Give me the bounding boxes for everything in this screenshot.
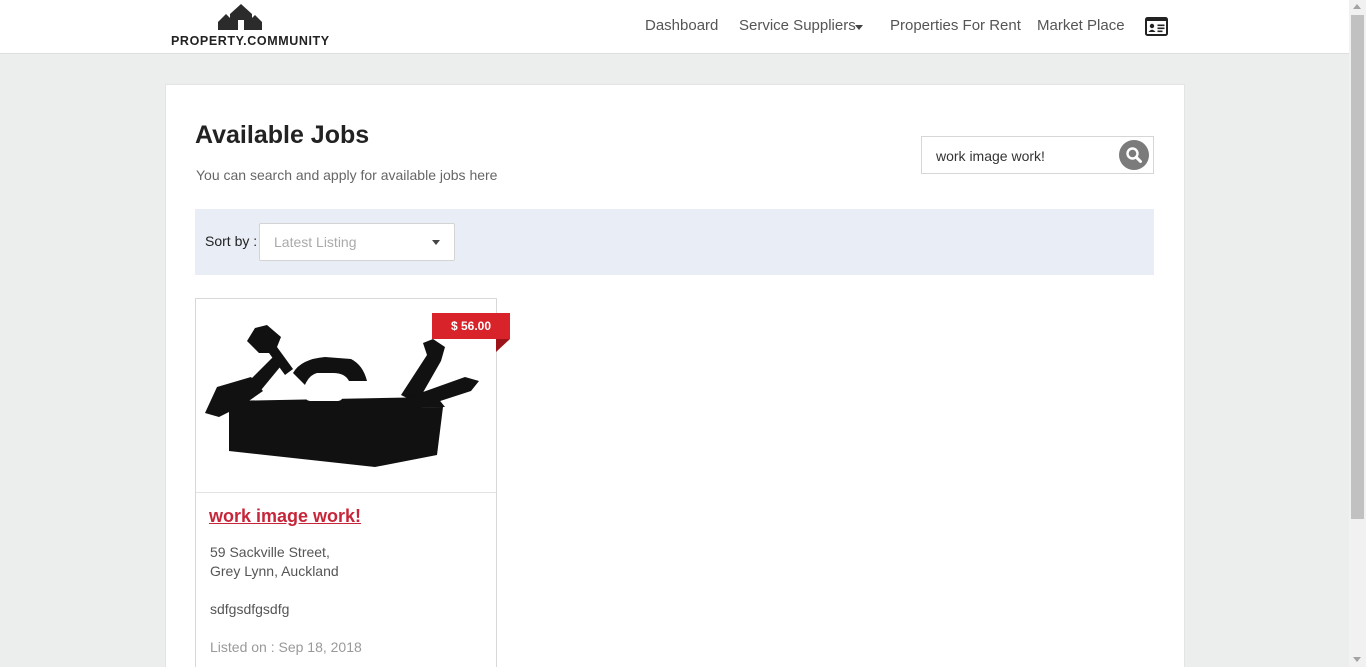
page-scrollbar[interactable]: [1349, 0, 1366, 667]
search-button[interactable]: [1119, 140, 1149, 170]
search-box: [921, 136, 1154, 174]
job-listed-date: Listed on : Sep 18, 2018: [210, 639, 362, 655]
chevron-down-icon: [432, 240, 440, 245]
sort-selected-value: Latest Listing: [274, 234, 357, 250]
job-address-line1: 59 Sackville Street,: [210, 544, 330, 560]
brand-logo[interactable]: PROPERTY.COMMUNITY: [171, 4, 330, 48]
id-card-icon[interactable]: [1145, 17, 1168, 36]
nav-service-suppliers[interactable]: Service Suppliers: [739, 17, 856, 37]
toolbox-icon: [205, 325, 479, 467]
nav-properties-for-rent[interactable]: Properties For Rent: [890, 17, 1021, 37]
job-description: sdfgsdfgsdfg: [210, 601, 290, 617]
nav-dashboard[interactable]: Dashboard: [645, 17, 718, 37]
page-title: Available Jobs: [195, 121, 370, 149]
scroll-down-arrow-icon[interactable]: [1353, 657, 1361, 662]
page-subtitle: You can search and apply for available j…: [196, 167, 498, 183]
job-title-link[interactable]: work image work!: [209, 506, 361, 527]
job-address-line2: Grey Lynn, Auckland: [210, 563, 339, 579]
price-tag-fold: [496, 339, 510, 352]
price-tag: $ 56.00: [432, 313, 510, 339]
search-input[interactable]: [936, 146, 1116, 166]
house-logo-icon: [218, 4, 262, 30]
search-icon: [1126, 147, 1142, 163]
sort-select[interactable]: Latest Listing: [259, 223, 455, 261]
scroll-up-arrow-icon[interactable]: [1353, 4, 1361, 9]
chevron-down-icon[interactable]: [855, 25, 863, 30]
logo-wordmark: PROPERTY.COMMUNITY: [171, 34, 330, 48]
nav-market-place[interactable]: Market Place: [1037, 17, 1125, 37]
scrollbar-thumb[interactable]: [1351, 15, 1364, 519]
sort-label: Sort by :: [205, 233, 258, 249]
